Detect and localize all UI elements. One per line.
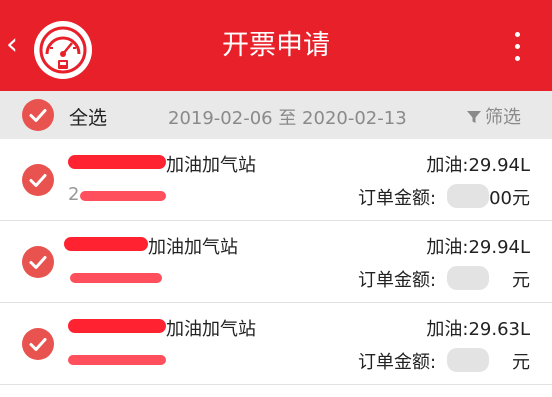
filter-label: 筛选 bbox=[485, 107, 521, 128]
amount-label: 订单金额: bbox=[358, 188, 437, 209]
redaction-mark bbox=[80, 191, 166, 201]
blurred-amount bbox=[447, 266, 489, 290]
filter-button[interactable]: 筛选 bbox=[466, 103, 521, 129]
redaction-mark bbox=[68, 355, 166, 365]
select-all-checkbox[interactable] bbox=[22, 99, 54, 131]
amount-label: 订单金额: bbox=[358, 352, 437, 373]
list-item[interactable]: 加油加气站 加油:29.94L 2 订单金额: 00元 bbox=[0, 139, 552, 221]
filter-bar: 全选 2019-02-06 至 2020-02-13 筛选 bbox=[0, 91, 552, 139]
fuel-volume: 加油:29.63L bbox=[426, 319, 530, 340]
list-item[interactable]: 加油加气站 加油:29.94L 订单金额: 元 bbox=[0, 221, 552, 303]
funnel-icon bbox=[467, 111, 481, 123]
select-all-label[interactable]: 全选 bbox=[69, 103, 107, 130]
amount-label: 订单金额: bbox=[358, 270, 437, 291]
order-number-visible: 2 bbox=[68, 184, 80, 205]
redaction-mark bbox=[64, 237, 148, 251]
amount-suffix: 00元 bbox=[489, 188, 530, 209]
row-checkbox[interactable] bbox=[22, 328, 54, 360]
row-checkbox[interactable] bbox=[22, 164, 54, 196]
check-icon bbox=[29, 338, 47, 351]
amount-suffix: 元 bbox=[512, 270, 530, 291]
row-checkbox[interactable] bbox=[22, 246, 54, 278]
list-item[interactable]: 加油加气站 加油:29.63L 订单金额: 元 bbox=[0, 303, 552, 385]
station-name: 加油加气站 bbox=[166, 155, 256, 176]
fuel-volume: 加油:29.94L bbox=[426, 237, 530, 258]
fuel-volume: 加油:29.94L bbox=[426, 155, 530, 176]
station-name: 加油加气站 bbox=[166, 319, 256, 340]
station-name: 加油加气站 bbox=[148, 237, 238, 258]
blurred-amount bbox=[447, 348, 489, 372]
more-vertical-icon[interactable] bbox=[512, 30, 522, 64]
date-range[interactable]: 2019-02-06 至 2020-02-13 bbox=[168, 104, 407, 130]
redaction-mark bbox=[68, 155, 166, 169]
check-icon bbox=[29, 174, 47, 187]
check-icon bbox=[29, 256, 47, 269]
page-title: 开票申请 bbox=[222, 30, 330, 61]
redaction-mark bbox=[70, 273, 162, 283]
redaction-mark bbox=[68, 319, 166, 333]
blurred-amount bbox=[447, 184, 489, 208]
amount-suffix: 元 bbox=[512, 352, 530, 373]
check-icon bbox=[29, 109, 47, 122]
app-header: ‹ 开票申请 bbox=[0, 0, 552, 91]
